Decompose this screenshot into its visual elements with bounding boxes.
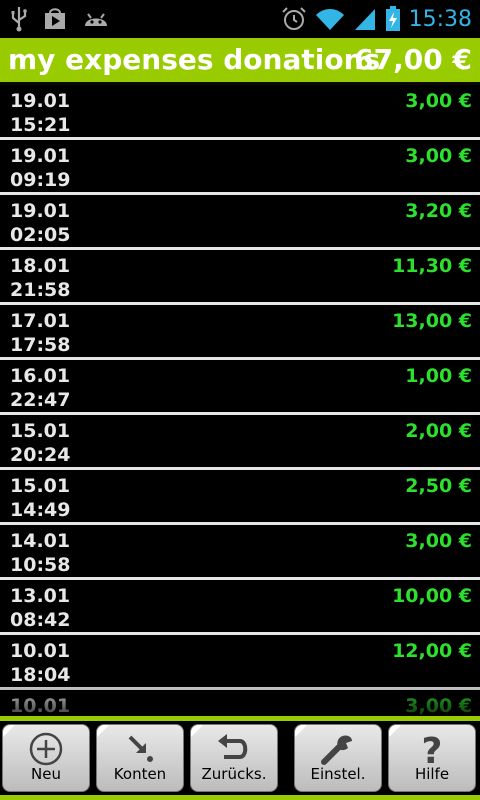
entry-amount: 11,30 € bbox=[392, 255, 472, 277]
zuruecks-label: Zurücks. bbox=[201, 765, 267, 783]
entry-time: 08:42 bbox=[10, 609, 71, 631]
einstel-button[interactable]: Einstel. bbox=[294, 724, 382, 792]
status-bar: 15:38 bbox=[0, 0, 480, 38]
entry-amount: 1,00 € bbox=[405, 365, 472, 387]
entry-amount: 13,00 € bbox=[392, 310, 472, 332]
list-item[interactable]: 15.01 14:49 2,50 € bbox=[0, 470, 480, 525]
entry-amount: 2,50 € bbox=[405, 475, 472, 497]
entry-date: 13.01 bbox=[10, 585, 71, 607]
neu-label: Neu bbox=[31, 765, 61, 783]
zuruecks-button[interactable]: Zurücks. bbox=[190, 724, 278, 792]
entry-date: 18.01 bbox=[10, 255, 71, 277]
entry-amount: 3,00 € bbox=[405, 530, 472, 552]
add-circle-icon bbox=[29, 732, 63, 766]
list-item[interactable]: 16.01 22:47 1,00 € bbox=[0, 360, 480, 415]
konten-button[interactable]: Konten bbox=[96, 724, 184, 792]
entry-date: 19.01 bbox=[10, 200, 71, 222]
list-item[interactable]: 19.01 09:19 3,00 € bbox=[0, 140, 480, 195]
list-item[interactable]: 19.01 02:05 3,20 € bbox=[0, 195, 480, 250]
undo-icon bbox=[218, 734, 248, 759]
list-item[interactable]: 14.01 10:58 3,00 € bbox=[0, 525, 480, 580]
notification-icons bbox=[10, 4, 110, 34]
entry-time: 09:19 bbox=[10, 169, 71, 191]
konten-label: Konten bbox=[113, 765, 167, 783]
entry-date: 19.01 bbox=[10, 145, 71, 167]
entry-time: 18:04 bbox=[10, 664, 71, 686]
entry-amount: 3,00 € bbox=[405, 90, 472, 112]
expense-list[interactable]: 19.01 15:21 3,00 € 19.01 09:19 3,00 € 19… bbox=[0, 85, 480, 715]
entry-time: 02:05 bbox=[10, 224, 71, 246]
entry-date: 19.01 bbox=[10, 90, 71, 112]
system-icons: 15:38 bbox=[281, 4, 472, 34]
bottom-toolbar: Neu Konten Zurücks. Einstel. ? Hilfe bbox=[0, 721, 480, 795]
list-item[interactable]: 10.01 18:04 12,00 € bbox=[0, 635, 480, 690]
entry-time: 14:49 bbox=[10, 499, 71, 521]
list-item[interactable]: 10.01 3,00 € bbox=[0, 690, 480, 715]
entry-date: 10.01 bbox=[10, 640, 71, 662]
entry-time: 21:58 bbox=[10, 279, 71, 301]
entry-date: 16.01 bbox=[10, 365, 71, 387]
entry-amount: 3,00 € bbox=[405, 145, 472, 167]
help-icon: ? bbox=[422, 731, 443, 767]
list-item[interactable]: 18.01 21:58 11,30 € bbox=[0, 250, 480, 305]
page-title: my expenses donations bbox=[8, 43, 381, 76]
list-item[interactable]: 13.01 08:42 10,00 € bbox=[0, 580, 480, 635]
wrench-icon bbox=[321, 735, 352, 765]
neu-button[interactable]: Neu bbox=[2, 724, 90, 792]
entry-date: 17.01 bbox=[10, 310, 71, 332]
signal-icon bbox=[354, 9, 375, 30]
battery-charging-icon bbox=[385, 6, 400, 31]
entry-time: 15:21 bbox=[10, 114, 71, 136]
entry-time: 10:58 bbox=[10, 554, 71, 576]
entry-amount: 12,00 € bbox=[392, 640, 472, 662]
accounts-arrow-icon bbox=[128, 735, 153, 762]
hilfe-label: Hilfe bbox=[414, 765, 450, 783]
entry-amount: 3,20 € bbox=[405, 200, 472, 222]
bottom-accent-bar bbox=[0, 795, 480, 800]
entry-amount: 2,00 € bbox=[405, 420, 472, 442]
hilfe-button[interactable]: ? Hilfe bbox=[388, 724, 476, 792]
entry-time: 22:47 bbox=[10, 389, 71, 411]
svg-text:?: ? bbox=[422, 731, 443, 767]
play-store-icon bbox=[45, 8, 65, 29]
android-icon bbox=[85, 13, 107, 26]
list-item[interactable]: 15.01 20:24 2,00 € bbox=[0, 415, 480, 470]
alarm-icon bbox=[281, 7, 306, 30]
entry-date: 15.01 bbox=[10, 420, 71, 442]
entry-amount: 10,00 € bbox=[392, 585, 472, 607]
entry-date: 10.01 bbox=[10, 695, 71, 715]
usb-icon bbox=[11, 7, 27, 32]
einstel-label: Einstel. bbox=[310, 765, 366, 783]
list-item[interactable]: 17.01 17:58 13,00 € bbox=[0, 305, 480, 360]
entry-time: 17:58 bbox=[10, 334, 71, 356]
entry-time: 20:24 bbox=[10, 444, 71, 466]
entry-date: 14.01 bbox=[10, 530, 71, 552]
clock: 15:38 bbox=[408, 6, 472, 32]
entry-amount: 3,00 € bbox=[405, 695, 472, 715]
wifi-icon bbox=[315, 9, 344, 30]
app-header: my expenses donations 67,00 € bbox=[0, 38, 480, 82]
entry-date: 15.01 bbox=[10, 475, 71, 497]
list-item[interactable]: 19.01 15:21 3,00 € bbox=[0, 85, 480, 140]
total-amount: 67,00 € bbox=[354, 43, 472, 76]
